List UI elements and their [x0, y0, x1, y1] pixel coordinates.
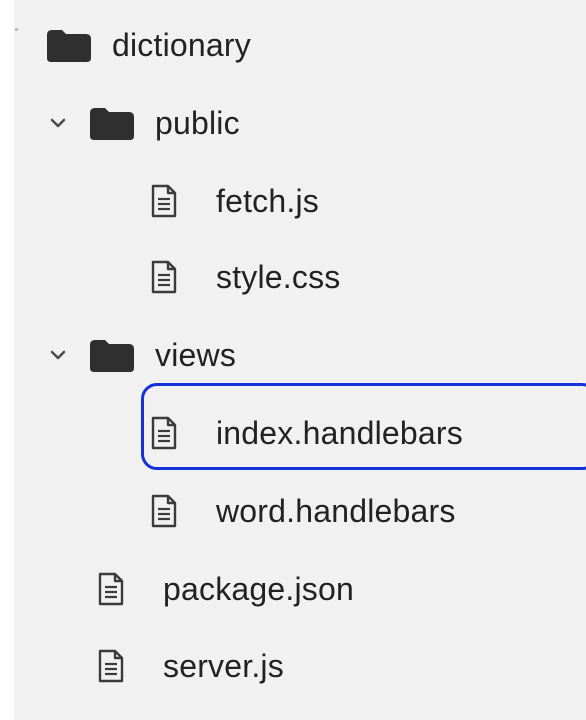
- tree-item-label: views: [155, 337, 237, 373]
- tree-item-style-css[interactable]: style.css: [149, 247, 341, 307]
- tree-item-label: word.handlebars: [216, 493, 456, 529]
- tree-item-label: public: [155, 105, 240, 141]
- file-icon: [149, 492, 179, 530]
- tree-item-label: style.css: [216, 259, 341, 295]
- tree-item-label: index.handlebars: [216, 415, 463, 451]
- tree-item-dictionary[interactable]: dictionary: [44, 15, 251, 75]
- tree-item-label: fetch.js: [216, 183, 319, 219]
- tree-item-fetch-js[interactable]: fetch.js: [149, 171, 319, 231]
- chevron-down-icon[interactable]: [49, 346, 67, 364]
- edge-marker: [15, 28, 18, 31]
- chevron-down-icon[interactable]: [49, 114, 67, 132]
- tree-item-server-js[interactable]: server.js: [96, 636, 284, 696]
- folder-icon: [87, 104, 137, 142]
- file-icon: [96, 570, 126, 608]
- file-explorer-panel: dictionary public fetch.js style.css vie…: [14, 0, 586, 720]
- tree-item-views[interactable]: views: [49, 325, 236, 385]
- tree-item-index-handlebars[interactable]: index.handlebars: [149, 403, 463, 463]
- tree-item-label: dictionary: [112, 27, 251, 63]
- tree-item-public[interactable]: public: [49, 93, 240, 153]
- file-icon: [149, 258, 179, 296]
- file-icon: [149, 414, 179, 452]
- file-icon: [96, 647, 126, 685]
- folder-icon: [44, 26, 94, 64]
- tree-item-word-handlebars[interactable]: word.handlebars: [149, 481, 456, 541]
- tree-item-label: server.js: [163, 648, 284, 684]
- tree-item-label: package.json: [163, 571, 354, 607]
- tree-item-package-json[interactable]: package.json: [96, 559, 354, 619]
- file-icon: [149, 182, 179, 220]
- folder-icon: [87, 336, 137, 374]
